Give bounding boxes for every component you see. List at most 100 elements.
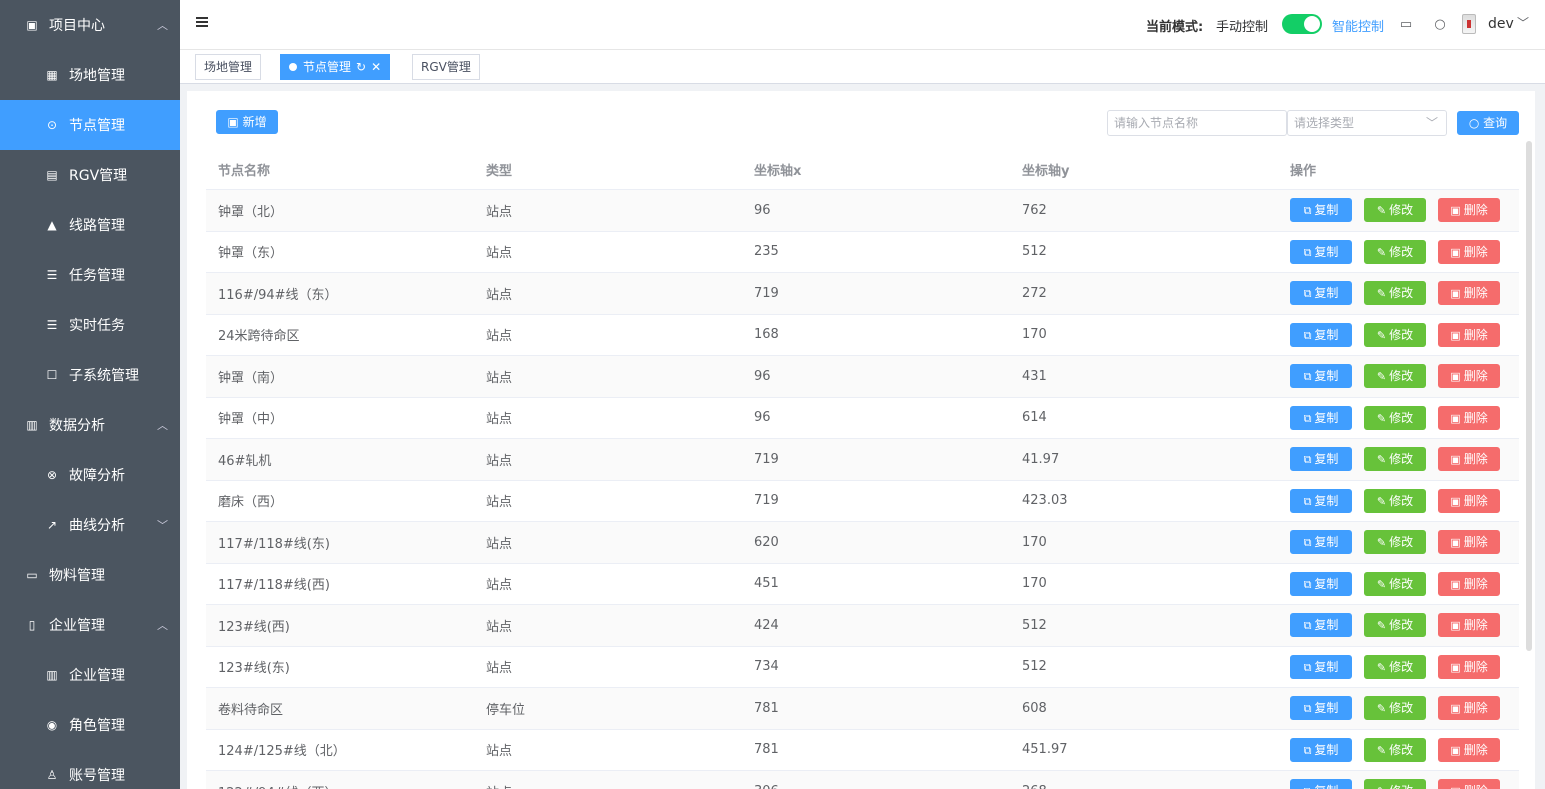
delete-icon: ▣	[1450, 328, 1461, 342]
delete-button[interactable]: ▣删除	[1438, 737, 1500, 762]
table-cell: 站点	[486, 578, 513, 594]
node-name-search-input[interactable]	[1107, 110, 1287, 136]
delete-button[interactable]: ▣删除	[1438, 281, 1500, 306]
edit-button[interactable]: ✎修改	[1364, 281, 1426, 306]
copy-button[interactable]: ⧉复制	[1290, 405, 1352, 430]
sidebar-item[interactable]: ▥ 企业管理	[0, 650, 180, 700]
tab-node-management[interactable]: 节点管理 ↻ ✕	[280, 54, 391, 80]
copy-button[interactable]: ⧉复制	[1290, 613, 1352, 638]
copy-button[interactable]: ⧉复制	[1290, 530, 1352, 555]
edit-button[interactable]: ✎修改	[1364, 488, 1426, 513]
sidebar-item[interactable]: ▲ 线路管理	[0, 200, 180, 250]
edit-button[interactable]: ✎修改	[1364, 322, 1426, 347]
edit-button-label: 修改	[1389, 535, 1414, 550]
sidebar-item[interactable]: ▥ 数据分析 ︿	[0, 400, 180, 450]
table-row: 123#线(东) 站点 734 512 ⧉ 复制 ✎ 修改 ▣ 删除	[206, 647, 1519, 688]
sidebar-item-label: 企业管理	[69, 668, 125, 684]
tab-rgv-management[interactable]: RGV管理	[412, 54, 480, 80]
sidebar-item[interactable]: ♙ 账号管理	[0, 750, 180, 789]
hamburger-icon[interactable]	[196, 17, 208, 29]
copy-button[interactable]: ⧉复制	[1290, 779, 1352, 789]
table-cell: 124#/125#线（北）	[218, 744, 346, 760]
delete-button[interactable]: ▣删除	[1438, 405, 1500, 430]
copy-button[interactable]: ⧉复制	[1290, 696, 1352, 721]
sidebar-item[interactable]: ▦ 场地管理	[0, 50, 180, 100]
tab-site-management[interactable]: 场地管理	[195, 54, 262, 80]
copy-button-label: 复制	[1314, 659, 1339, 674]
delete-button[interactable]: ▣删除	[1438, 530, 1500, 555]
copy-button[interactable]: ⧉复制	[1290, 198, 1352, 223]
sidebar-item[interactable]: ↗ 曲线分析 ﹀	[0, 500, 180, 550]
sidebar-item[interactable]: ◉ 角色管理	[0, 700, 180, 750]
edit-button[interactable]: ✎修改	[1364, 696, 1426, 721]
query-button[interactable]: ○ 查询	[1457, 111, 1519, 135]
edit-button[interactable]: ✎修改	[1364, 198, 1426, 223]
row-actions: ⧉复制 ✎修改 ▣删除	[1278, 447, 1519, 472]
delete-button[interactable]: ▣删除	[1438, 779, 1500, 789]
table-cell: 117#/118#线(西)	[218, 578, 330, 594]
mode-toggle-switch[interactable]	[1282, 14, 1322, 34]
edit-button[interactable]: ✎修改	[1364, 364, 1426, 389]
edit-button[interactable]: ✎修改	[1364, 239, 1426, 264]
edit-button[interactable]: ✎修改	[1364, 405, 1426, 430]
table-cell: 96	[754, 368, 771, 384]
add-button-label: 新增	[242, 115, 267, 129]
sidebar-item[interactable]: ▣ 项目中心 ︿	[0, 0, 180, 50]
copy-button[interactable]: ⧉复制	[1290, 447, 1352, 472]
refresh-icon[interactable]: ↻	[356, 55, 366, 79]
copy-button[interactable]: ⧉复制	[1290, 239, 1352, 264]
scrollbar[interactable]	[1526, 141, 1532, 651]
edit-button[interactable]: ✎修改	[1364, 779, 1426, 789]
edit-button[interactable]: ✎修改	[1364, 613, 1426, 638]
row-actions: ⧉复制 ✎修改 ▣删除	[1278, 571, 1519, 596]
column-header: 坐标轴y	[1022, 163, 1070, 179]
copy-button[interactable]: ⧉复制	[1290, 654, 1352, 679]
column-header: 类型	[486, 163, 513, 179]
sidebar-item[interactable]: ▭ 物料管理	[0, 550, 180, 600]
sidebar-item[interactable]: ☰ 实时任务	[0, 300, 180, 350]
delete-button[interactable]: ▣删除	[1438, 198, 1500, 223]
sidebar-item[interactable]: ☰ 任务管理	[0, 250, 180, 300]
type-select[interactable]: 请选择类型 ﹀	[1287, 110, 1447, 136]
delete-button[interactable]: ▣删除	[1438, 696, 1500, 721]
delete-button[interactable]: ▣删除	[1438, 488, 1500, 513]
search-icon[interactable]: ○	[1432, 17, 1448, 33]
monitor-icon[interactable]: ▭	[1398, 17, 1414, 33]
delete-button[interactable]: ▣删除	[1438, 571, 1500, 596]
delete-button[interactable]: ▣删除	[1438, 654, 1500, 679]
table-cell: 719	[754, 493, 779, 509]
copy-button[interactable]: ⧉复制	[1290, 364, 1352, 389]
edit-button-label: 修改	[1389, 452, 1414, 467]
user-name[interactable]: dev	[1488, 16, 1514, 32]
edit-button[interactable]: ✎修改	[1364, 654, 1426, 679]
sidebar-item[interactable]: ⊙ 节点管理	[0, 100, 180, 150]
delete-button[interactable]: ▣删除	[1438, 364, 1500, 389]
edit-button[interactable]: ✎修改	[1364, 447, 1426, 472]
sidebar-item[interactable]: ⊗ 故障分析	[0, 450, 180, 500]
copy-button[interactable]: ⧉复制	[1290, 281, 1352, 306]
close-icon[interactable]: ✕	[371, 55, 381, 79]
avatar[interactable]	[1462, 14, 1476, 34]
copy-button[interactable]: ⧉复制	[1290, 737, 1352, 762]
edit-button[interactable]: ✎修改	[1364, 530, 1426, 555]
delete-button[interactable]: ▣删除	[1438, 239, 1500, 264]
table-cell: 41.97	[1022, 451, 1060, 467]
copy-button[interactable]: ⧉复制	[1290, 322, 1352, 347]
copy-button[interactable]: ⧉复制	[1290, 488, 1352, 513]
delete-button[interactable]: ▣删除	[1438, 447, 1500, 472]
add-button[interactable]: ▣ 新增	[216, 110, 278, 134]
copy-button[interactable]: ⧉复制	[1290, 571, 1352, 596]
copy-icon: ⧉	[1303, 577, 1312, 591]
chevron-down-icon[interactable]: ﹀	[1517, 14, 1529, 31]
sidebar-item[interactable]: ▯ 企业管理 ︿	[0, 600, 180, 650]
delete-button[interactable]: ▣删除	[1438, 613, 1500, 638]
copy-icon: ⧉	[1303, 411, 1312, 425]
edit-button[interactable]: ✎修改	[1364, 737, 1426, 762]
sidebar-item[interactable]: ☐ 子系统管理	[0, 350, 180, 400]
edit-button[interactable]: ✎修改	[1364, 571, 1426, 596]
delete-button[interactable]: ▣删除	[1438, 322, 1500, 347]
sidebar: ▣ 项目中心 ︿ ▦ 场地管理 ⊙ 节点管理 ▤ RGV管理 ▲ 线路管理 ☰ 任务管理 ☰ 实时任务 ☐ 子系…	[0, 0, 180, 789]
sidebar-item[interactable]: ▤ RGV管理	[0, 150, 180, 200]
edit-icon: ✎	[1376, 536, 1387, 550]
edit-icon: ✎	[1376, 494, 1387, 508]
